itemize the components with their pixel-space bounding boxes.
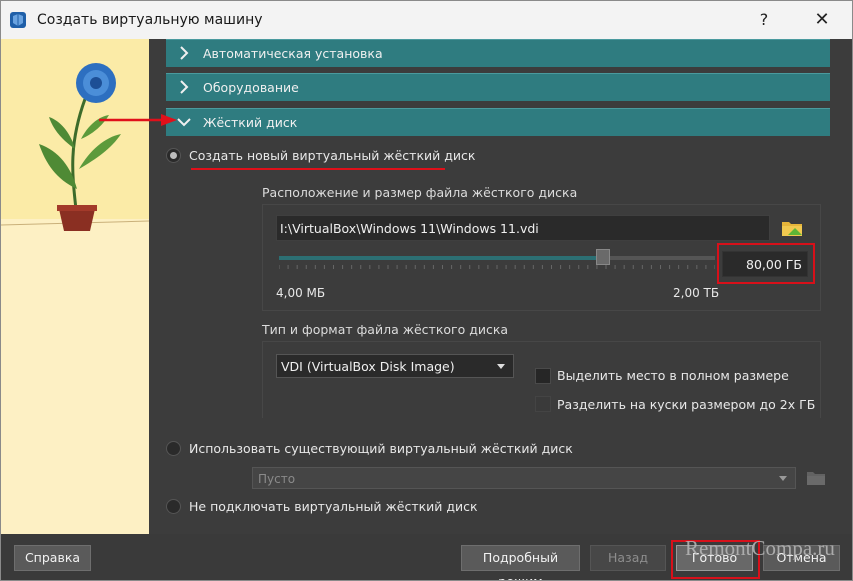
red-underline bbox=[191, 168, 445, 170]
type-group-label: Тип и формат файла жёсткого диска bbox=[262, 322, 509, 337]
section-unattended-install[interactable]: Автоматическая установка bbox=[166, 39, 830, 67]
window-title: Создать виртуальную машину bbox=[37, 12, 263, 28]
section-label: Автоматическая установка bbox=[203, 46, 383, 61]
help-title-button[interactable]: ? bbox=[741, 1, 787, 39]
chevron-right-icon bbox=[180, 80, 189, 94]
close-button[interactable]: ✕ bbox=[799, 1, 845, 39]
slider-ticks bbox=[279, 265, 715, 269]
slider-max-label: 2,00 ТБ bbox=[673, 286, 720, 300]
disk-path-input[interactable]: I:\VirtualBox\Windows 11\Windows 11.vdi bbox=[276, 215, 770, 241]
help-button[interactable]: Справка bbox=[14, 545, 91, 571]
back-button[interactable]: Назад bbox=[590, 545, 666, 571]
section-label: Оборудование bbox=[203, 80, 299, 95]
dropdown-arrow-icon bbox=[779, 476, 787, 481]
wizard-main-area: Автоматическая установка Оборудование Жё… bbox=[149, 39, 852, 534]
preallocate-checkbox[interactable] bbox=[535, 368, 551, 384]
red-arrow-icon bbox=[99, 114, 177, 126]
expert-mode-button[interactable]: Подробный режим bbox=[461, 545, 580, 580]
location-group-label: Расположение и размер файла жёсткого дис… bbox=[262, 185, 578, 200]
slider-min-label: 4,00 МБ bbox=[276, 286, 326, 300]
split-label: Разделить на куски размером до 2х ГБ bbox=[557, 397, 816, 412]
existing-disk-select[interactable]: Пусто bbox=[252, 467, 796, 489]
slider-handle[interactable] bbox=[596, 249, 611, 265]
chevron-right-icon bbox=[180, 46, 189, 60]
existing-disk-value: Пусто bbox=[258, 472, 296, 486]
radio-no-disk-label[interactable]: Не подключать виртуальный жёсткий диск bbox=[189, 499, 478, 514]
disk-type-select[interactable]: VDI (VirtualBox Disk Image) bbox=[276, 354, 514, 378]
section-hard-disk[interactable]: Жёсткий диск bbox=[166, 108, 830, 136]
section-hardware[interactable]: Оборудование bbox=[166, 73, 830, 101]
section-label: Жёсткий диск bbox=[203, 115, 298, 130]
radio-use-existing-disk[interactable] bbox=[166, 441, 181, 456]
button-bar: Справка Подробный режим Назад Готово Отм… bbox=[1, 534, 852, 580]
radio-create-new-disk[interactable] bbox=[166, 148, 181, 163]
preallocate-label[interactable]: Выделить место в полном размере bbox=[557, 368, 789, 383]
watermark: RemontCompa.ru bbox=[685, 536, 835, 560]
dropdown-arrow-icon bbox=[497, 364, 505, 369]
folder-browse-icon[interactable] bbox=[781, 217, 803, 239]
dialog-content: Автоматическая установка Оборудование Жё… bbox=[1, 39, 852, 580]
radio-no-disk[interactable] bbox=[166, 499, 181, 514]
virtualbox-icon bbox=[10, 12, 26, 28]
slider-track-remaining bbox=[603, 256, 715, 260]
red-highlight-box bbox=[717, 243, 815, 284]
folder-browse-disabled-icon[interactable] bbox=[806, 468, 826, 488]
radio-use-existing-disk-label[interactable]: Использовать существующий виртуальный жё… bbox=[189, 441, 573, 456]
radio-create-new-disk-label[interactable]: Создать новый виртуальный жёсткий диск bbox=[189, 148, 475, 163]
dialog-window: Создать виртуальную машину ? ✕ Автоматич… bbox=[0, 0, 853, 581]
disk-type-value: VDI (VirtualBox Disk Image) bbox=[281, 359, 455, 374]
split-checkbox[interactable] bbox=[535, 396, 551, 412]
title-bar: Создать виртуальную машину ? ✕ bbox=[1, 1, 852, 39]
